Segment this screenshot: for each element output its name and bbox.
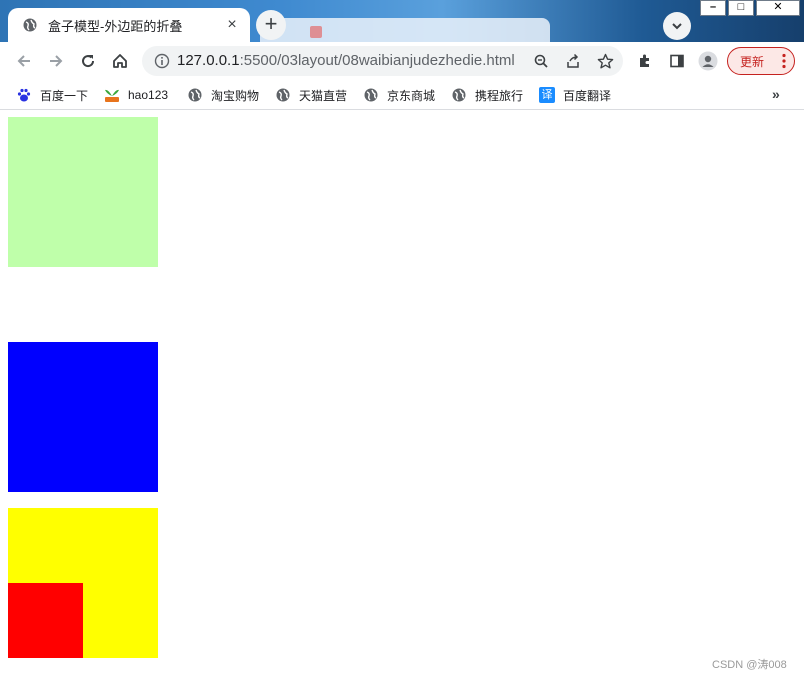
- bookmark-tmall[interactable]: 天猫直营: [275, 84, 347, 106]
- close-tab-icon[interactable]: ×: [224, 17, 240, 33]
- globe-icon: [187, 87, 203, 103]
- hao123-icon: [104, 87, 120, 103]
- red-box: [8, 583, 83, 658]
- yellow-box: [8, 508, 158, 658]
- side-panel-icon[interactable]: [667, 51, 687, 71]
- forward-button[interactable]: [43, 48, 69, 74]
- bookmark-label: 天猫直营: [299, 88, 348, 103]
- home-button[interactable]: [107, 48, 133, 74]
- back-icon: [17, 55, 30, 67]
- bookmark-ctrip[interactable]: 携程旅行: [451, 84, 523, 106]
- page-viewport: [0, 111, 804, 678]
- green-box: [8, 117, 158, 267]
- bookmark-hao123[interactable]: hao123: [104, 84, 168, 106]
- close-window-button[interactable]: ✕: [756, 0, 800, 16]
- bookmark-label: 携程旅行: [475, 88, 524, 103]
- update-label: 更新: [740, 54, 765, 69]
- bookmark-label: hao123: [128, 88, 169, 102]
- home-icon: [113, 54, 127, 68]
- baidu-paw-icon: [16, 87, 32, 103]
- tab-title: 盒子模型-外边距的折叠: [48, 18, 183, 34]
- back-button[interactable]: [11, 48, 37, 74]
- bookmark-baidu[interactable]: 百度一下: [16, 84, 88, 106]
- globe-icon: [22, 17, 38, 33]
- bookmark-taobao[interactable]: 淘宝购物: [187, 84, 259, 106]
- menu-dots-icon: [782, 53, 786, 69]
- blue-box: [8, 342, 158, 492]
- window-controls: – □ ✕: [700, 0, 800, 16]
- reload-icon: [82, 55, 95, 68]
- globe-icon: [275, 87, 291, 103]
- url-path: :5500/03layout/08waibianjudezhedie.html: [239, 52, 515, 69]
- browser-toolbar: 127.0.0.1:5500/03layout/08waibianjudezhe…: [0, 42, 804, 80]
- maximize-button[interactable]: □: [728, 0, 754, 16]
- title-bar: 盒子模型-外边距的折叠 × + – □ ✕: [0, 0, 804, 42]
- background-tab[interactable]: [260, 18, 550, 42]
- bookmark-baidu-translate[interactable]: 译 百度翻译: [539, 84, 611, 106]
- extensions-icon[interactable]: [635, 51, 655, 71]
- update-button[interactable]: 更新: [727, 47, 795, 75]
- tab-search-button[interactable]: [663, 12, 691, 40]
- bookmarks-overflow-button[interactable]: »: [772, 86, 780, 102]
- globe-icon: [363, 87, 379, 103]
- bookmarks-bar: 百度一下 hao123 淘宝购物 天猫直营 京东商城 携程旅行 译 百度翻译 »: [0, 80, 804, 110]
- star-icon[interactable]: [595, 51, 615, 71]
- translate-icon: 译: [539, 87, 555, 103]
- chevron-down-icon: [672, 23, 682, 30]
- active-tab[interactable]: 盒子模型-外边距的折叠 ×: [8, 8, 250, 42]
- bookmark-jd[interactable]: 京东商城: [363, 84, 435, 106]
- url-text[interactable]: 127.0.0.1:5500/03layout/08waibianjudezhe…: [177, 53, 515, 69]
- share-icon[interactable]: [563, 51, 583, 71]
- translate-icon-text: 译: [541, 89, 553, 101]
- minimize-button[interactable]: –: [700, 0, 726, 16]
- watermark: CSDN @涛008: [712, 659, 787, 671]
- profile-icon[interactable]: [698, 51, 718, 71]
- forward-icon: [50, 55, 63, 67]
- reload-button[interactable]: [75, 48, 101, 74]
- info-icon[interactable]: [154, 53, 170, 69]
- url-host: 127.0.0.1: [177, 52, 240, 69]
- bookmark-label: 百度翻译: [563, 88, 612, 103]
- bookmark-label: 百度一下: [40, 88, 89, 103]
- globe-icon: [451, 87, 467, 103]
- bookmark-label: 京东商城: [387, 88, 436, 103]
- bookmark-label: 淘宝购物: [211, 88, 260, 103]
- new-tab-button[interactable]: +: [256, 10, 286, 40]
- zoom-icon[interactable]: [531, 51, 551, 71]
- address-bar[interactable]: 127.0.0.1:5500/03layout/08waibianjudezhe…: [142, 46, 623, 76]
